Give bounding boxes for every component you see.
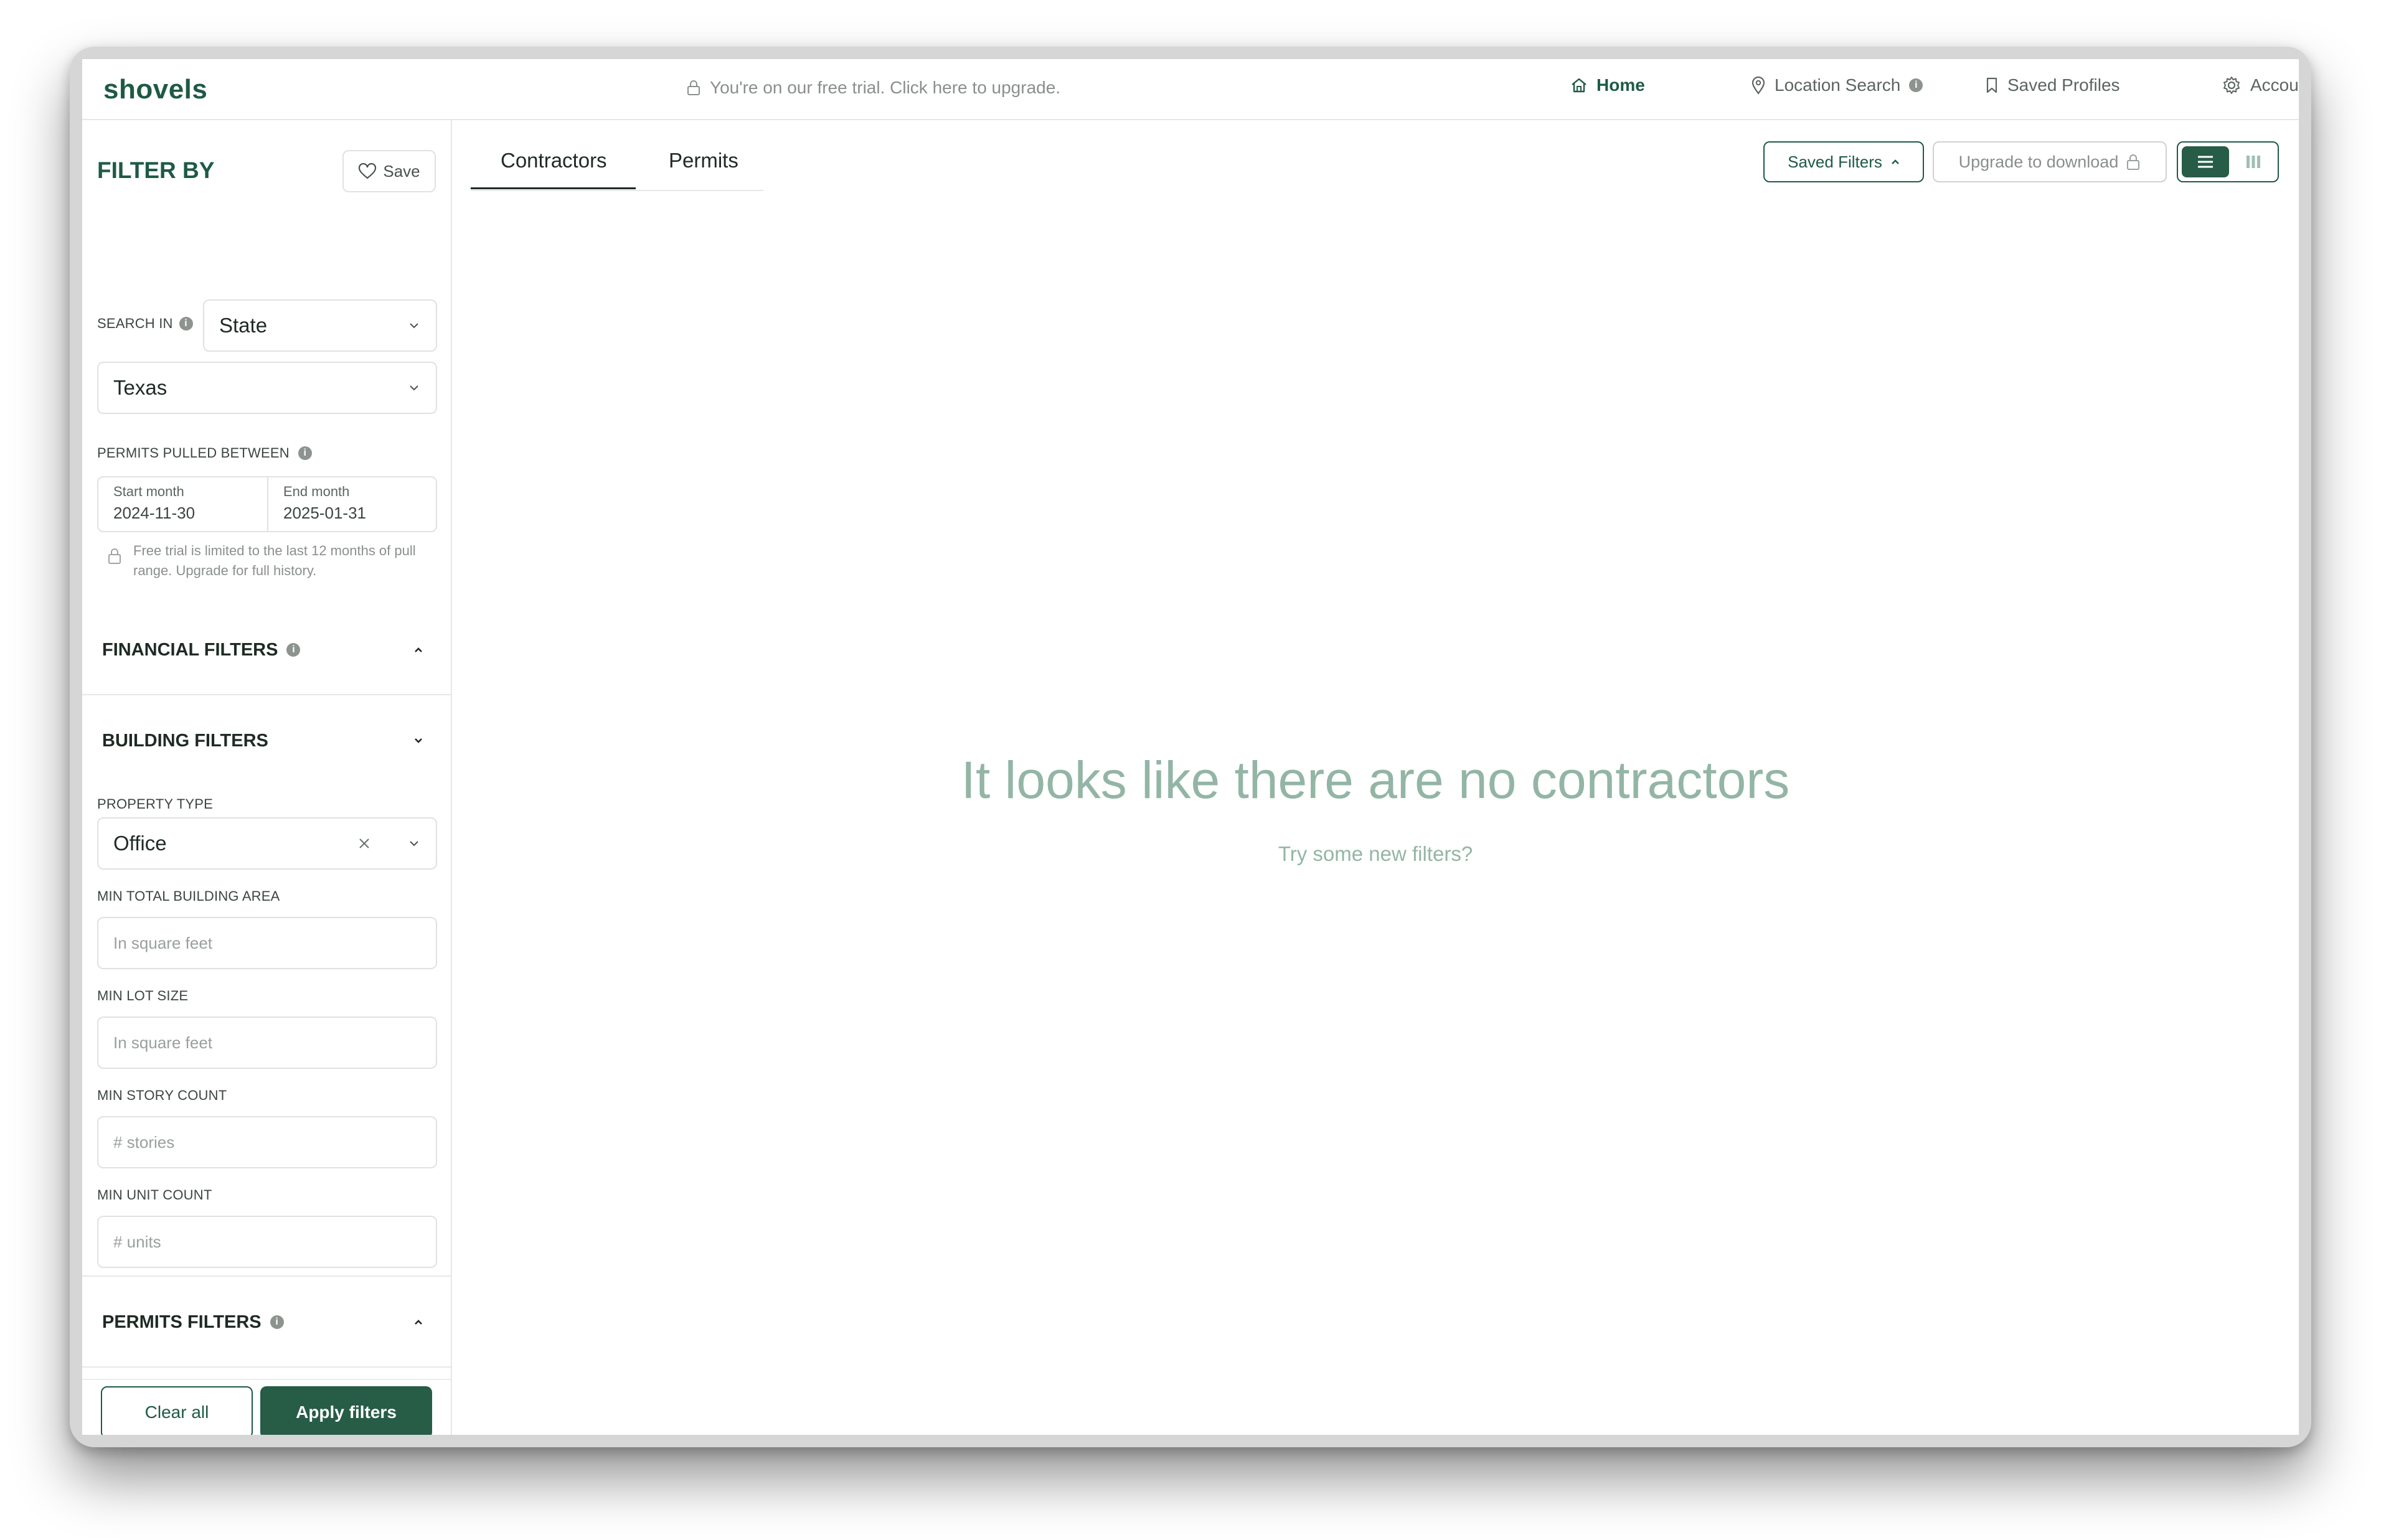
min-total-area-input[interactable]: In square feet <box>97 917 437 969</box>
chevron-down-icon <box>408 322 420 329</box>
filter-sidebar: FILTER BY Save SEARCH IN i State Texas P… <box>82 120 452 1435</box>
divider <box>82 1366 451 1368</box>
end-month-field[interactable]: End month 2025-01-31 <box>267 477 436 531</box>
search-in-select[interactable]: State <box>203 299 437 352</box>
state-select[interactable]: Texas <box>97 362 437 414</box>
upgrade-download-button[interactable]: Upgrade to download <box>1933 141 2167 182</box>
clear-icon[interactable] <box>357 837 371 850</box>
nav-account[interactable]: Account <box>2222 75 2299 95</box>
chevron-down-icon <box>413 738 423 744</box>
nav-saved-profiles[interactable]: Saved Profiles <box>1985 75 2120 95</box>
search-in-label: SEARCH IN i <box>97 316 193 332</box>
list-icon <box>2196 154 2215 169</box>
logo[interactable]: shovels <box>103 74 207 105</box>
property-type-label: PROPERTY TYPE <box>97 796 214 812</box>
empty-state-title: It looks like there are no contractors <box>961 751 1790 809</box>
property-type-value: Office <box>113 832 167 855</box>
chevron-up-icon <box>1891 159 1900 165</box>
start-month-label: Start month <box>113 484 184 499</box>
top-bar: shovels You're on our free trial. Click … <box>82 59 2299 120</box>
search-in-label-text: SEARCH IN <box>97 316 173 331</box>
building-filters-label: BUILDING FILTERS <box>102 730 268 751</box>
trial-note: Free trial is limited to the last 12 mon… <box>107 541 431 581</box>
nav-home[interactable]: Home <box>1570 75 1645 95</box>
property-type-select[interactable]: Office <box>97 817 437 870</box>
min-unit-label: MIN UNIT COUNT <box>97 1187 212 1203</box>
upgrade-label: Upgrade to download <box>1958 152 2119 171</box>
nav-saved-label: Saved Profiles <box>2007 75 2120 95</box>
chevron-up-icon <box>413 647 423 653</box>
lock-icon <box>2126 153 2141 171</box>
nav-location-label: Location Search <box>1775 75 1901 95</box>
columns-icon <box>2244 154 2263 170</box>
save-filter-button[interactable]: Save <box>342 150 436 192</box>
home-icon <box>1570 77 1588 93</box>
financial-filters-header[interactable]: FINANCIAL FILTERS i <box>82 604 451 695</box>
result-tabs: Contractors Permits <box>471 120 763 191</box>
view-toggle <box>2177 141 2279 182</box>
permits-between-text: PERMITS PULLED BETWEEN <box>97 445 290 461</box>
nav-account-label: Account <box>2250 75 2299 95</box>
chevron-up-icon <box>413 1319 423 1325</box>
chevron-down-icon <box>408 384 420 392</box>
apply-filters-button[interactable]: Apply filters <box>260 1386 432 1435</box>
gear-icon <box>2222 75 2242 95</box>
search-in-value: State <box>219 314 268 337</box>
app-screen: shovels You're on our free trial. Click … <box>82 59 2299 1435</box>
permits-filters-header[interactable]: PERMITS FILTERS i <box>82 1277 451 1368</box>
nav-home-label: Home <box>1596 75 1645 95</box>
tab-permits[interactable]: Permits <box>669 149 738 172</box>
min-unit-input[interactable]: # units <box>97 1216 437 1268</box>
clear-all-button[interactable]: Clear all <box>101 1386 253 1435</box>
permits-between-label: PERMITS PULLED BETWEEN i <box>97 445 312 461</box>
empty-state-subtitle[interactable]: Try some new filters? <box>452 842 2299 866</box>
heart-icon <box>358 163 377 179</box>
permits-filters-label: PERMITS FILTERS <box>102 1312 262 1332</box>
save-label: Save <box>383 161 420 181</box>
trial-note-text: Free trial is limited to the last 12 mon… <box>133 543 416 578</box>
window-frame: shovels You're on our free trial. Click … <box>70 47 2311 1447</box>
min-total-area-label: MIN TOTAL BUILDING AREA <box>97 888 280 904</box>
info-icon[interactable]: i <box>1909 78 1923 92</box>
lock-icon <box>107 547 122 565</box>
pin-icon <box>1751 76 1766 95</box>
tab-contractors[interactable]: Contractors <box>471 149 636 189</box>
info-icon[interactable]: i <box>270 1315 284 1329</box>
nav-location-search[interactable]: Location Search i <box>1751 75 1923 95</box>
financial-filters-label: FINANCIAL FILTERS <box>102 639 278 660</box>
end-month-label: End month <box>283 484 350 499</box>
info-icon[interactable]: i <box>179 317 193 331</box>
sidebar-footer: Clear all Apply filters <box>82 1379 451 1435</box>
chevron-down-icon <box>408 840 420 847</box>
saved-filters-button[interactable]: Saved Filters <box>1763 141 1924 182</box>
min-lot-size-label: MIN LOT SIZE <box>97 988 189 1003</box>
start-month-field[interactable]: Start month 2024-11-30 <box>98 477 267 531</box>
list-view-button[interactable] <box>2182 146 2229 177</box>
state-value: Texas <box>113 376 167 399</box>
board-view-button[interactable] <box>2232 146 2275 177</box>
min-lot-size-input[interactable]: In square feet <box>97 1016 437 1069</box>
trial-banner[interactable]: You're on our free trial. Click here to … <box>686 78 1060 98</box>
trial-banner-text: You're on our free trial. Click here to … <box>710 78 1061 97</box>
date-range: Start month 2024-11-30 End month 2025-01… <box>97 476 437 532</box>
lock-icon <box>686 80 701 96</box>
filter-title: FILTER BY <box>97 157 215 183</box>
info-icon[interactable]: i <box>286 643 301 657</box>
end-month-value: 2025-01-31 <box>283 504 366 522</box>
min-story-label: MIN STORY COUNT <box>97 1087 227 1103</box>
info-icon[interactable]: i <box>298 446 312 460</box>
min-story-input[interactable]: # stories <box>97 1116 437 1168</box>
start-month-value: 2024-11-30 <box>113 504 196 522</box>
building-filters-header[interactable]: BUILDING FILTERS <box>82 695 451 786</box>
saved-filters-label: Saved Filters <box>1788 152 1882 171</box>
bookmark-icon <box>1985 77 1999 94</box>
